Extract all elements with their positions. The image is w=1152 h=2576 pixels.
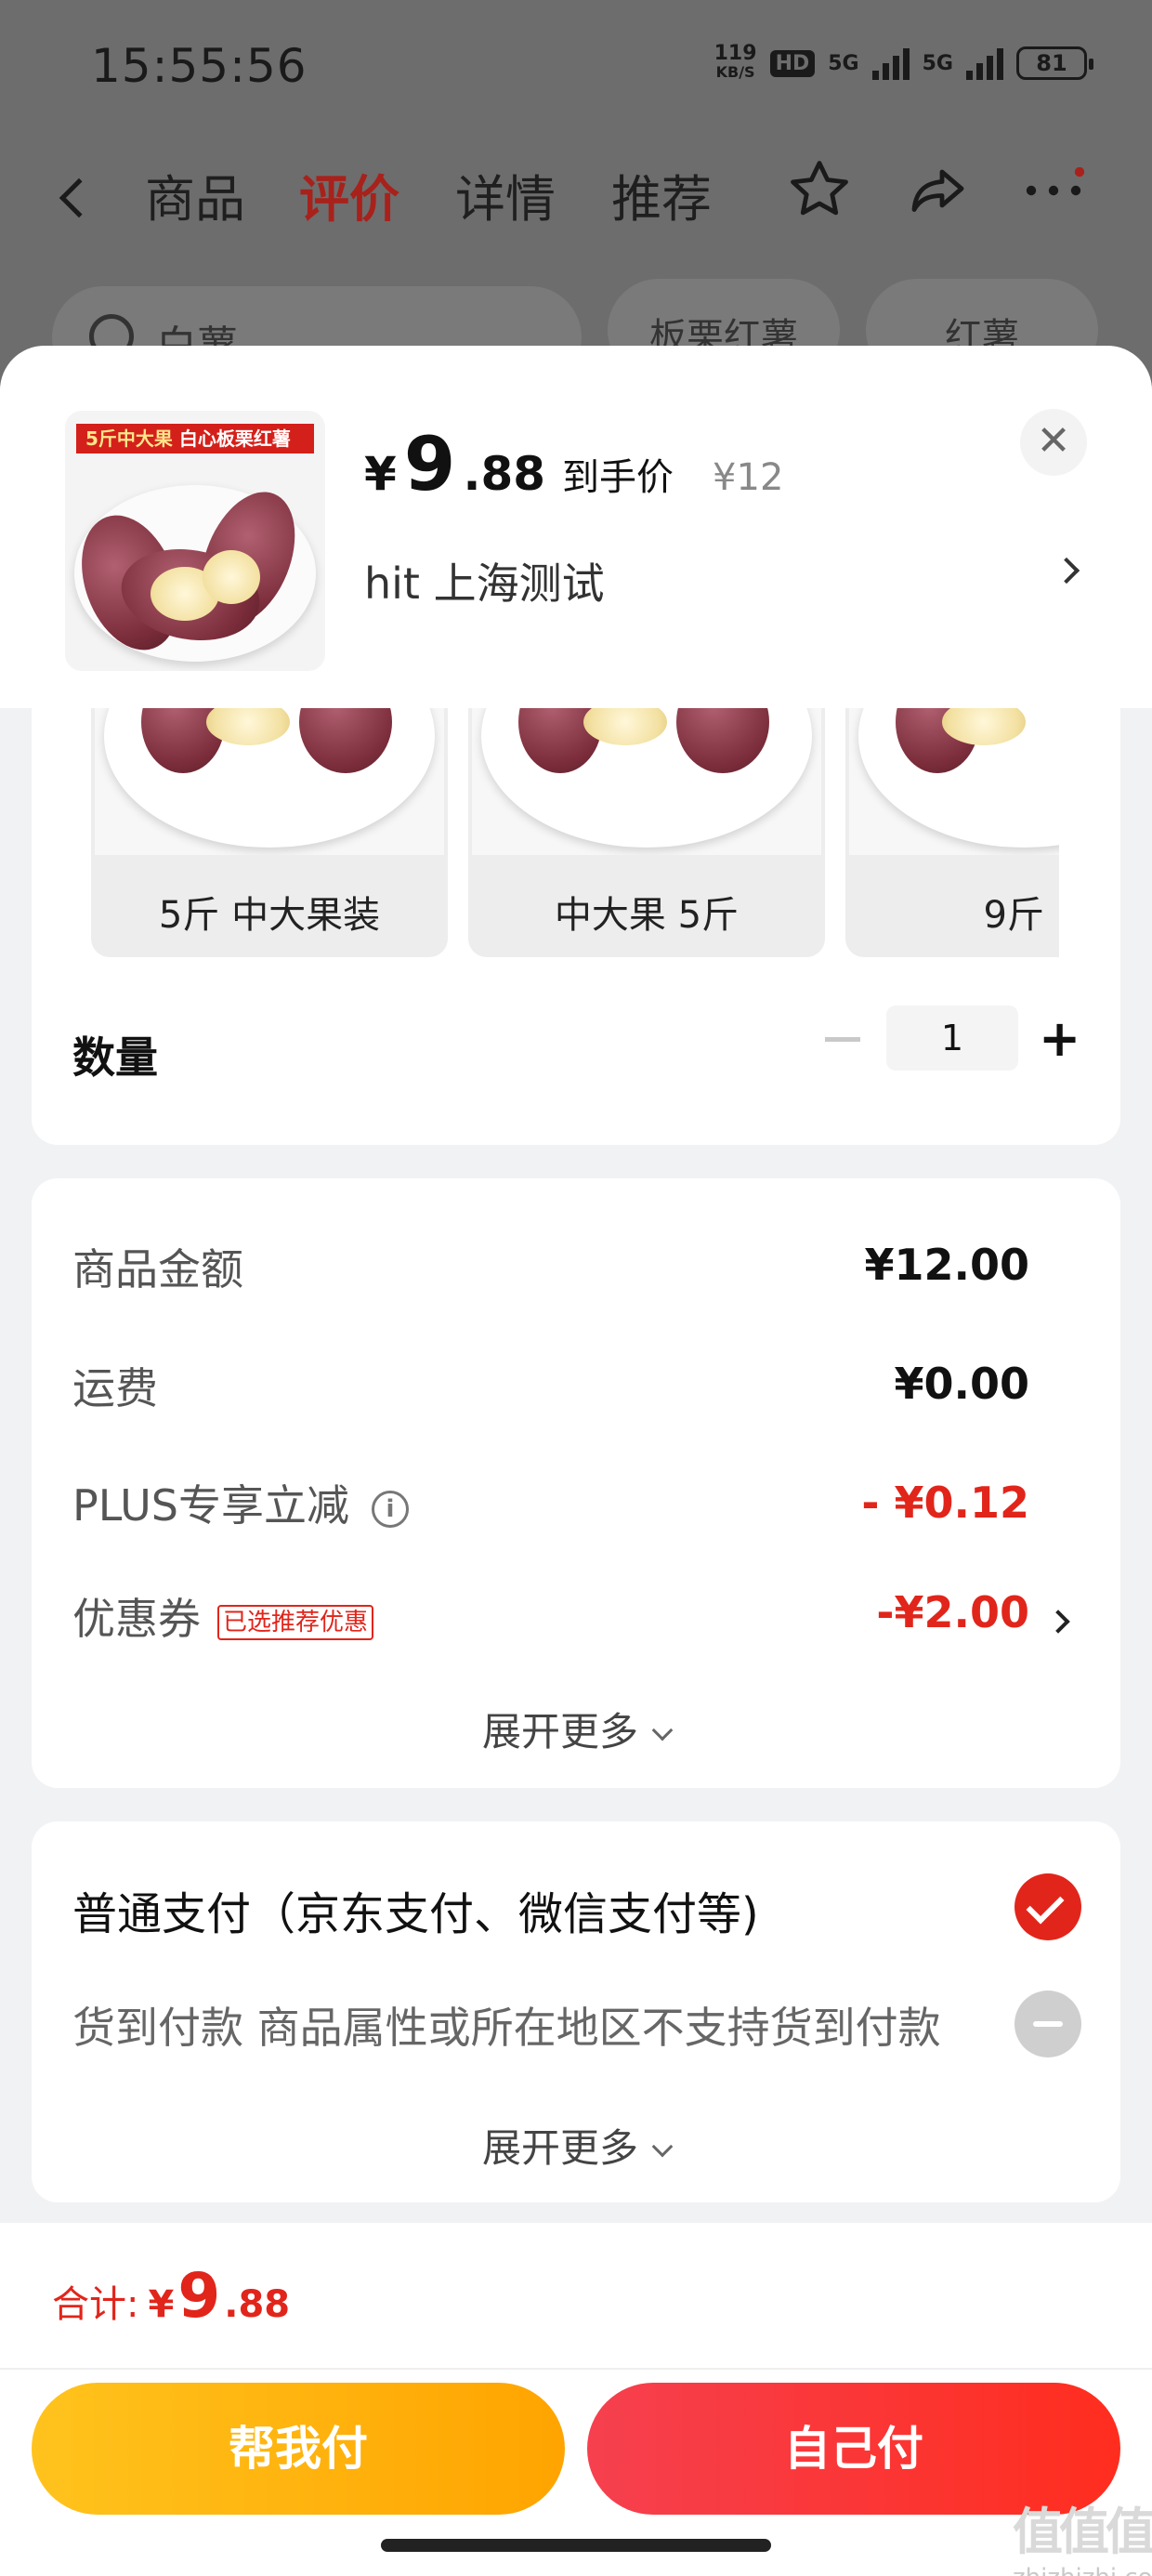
home-indicator[interactable] (381, 2539, 771, 2552)
more-icon[interactable] (1020, 167, 1087, 214)
share-icon[interactable] (903, 158, 970, 225)
payment-cod-label: 货到付款 商品属性或所在地区不支持货到付款 (72, 2003, 941, 2053)
net-5g-label: 5G (828, 51, 859, 75)
signal-icon-2 (966, 46, 1003, 80)
coupon-tag: 已选推荐优惠 (217, 1604, 374, 1640)
price-int: 9 (403, 421, 456, 507)
total-currency: ¥ (148, 2283, 175, 2326)
battery-icon: 81 (1016, 46, 1093, 80)
payment-card: 普通支付（京东支付、微信支付等) 货到付款 商品属性或所在地区不支持货到付款 展… (32, 1821, 1120, 2202)
info-icon[interactable]: i (371, 1490, 409, 1528)
price-currency: ¥ (364, 447, 397, 501)
spec-card: 5斤 中大果装 中大果 5斤 9斤 数量 1 + (32, 708, 1120, 1145)
plus-discount-label: PLUS专享立减 (72, 1480, 349, 1531)
close-icon[interactable]: ✕ (1020, 409, 1087, 476)
price-decimal: .88 (463, 447, 546, 501)
original-price: ¥12 (713, 456, 784, 499)
hd-icon: HD (769, 49, 816, 77)
total-price: 合计: ¥ 9 .88 (52, 2266, 290, 2328)
thumbnail-banner: 5斤中大果 白心板栗红薯 (76, 424, 314, 453)
payment-normal-label[interactable]: 普通支付（京东支付、微信支付等) (72, 1877, 759, 1942)
quantity-field[interactable]: 1 (886, 1005, 1018, 1071)
goods-amount-label: 商品金额 (72, 1244, 243, 1295)
help-pay-button[interactable]: 帮我付 (32, 2383, 565, 2515)
chevron-down-icon (651, 2136, 674, 2158)
star-icon[interactable] (786, 156, 853, 223)
chevron-down-icon (651, 1719, 674, 1741)
price-label: 到手价 (562, 456, 674, 499)
product-nav: 商品 评价 详情 推荐 (0, 149, 1152, 242)
minus-icon[interactable] (825, 1037, 860, 1042)
spec-option[interactable]: 5斤 中大果装 (91, 708, 448, 957)
plus-discount-value: - ¥0.12 (861, 1478, 1029, 1528)
bottom-bar: 合计: ¥ 9 .88 帮我付 自己付 值值值zhizhizhi.com (0, 2223, 1152, 2576)
price-block: ¥ 9 .88 到手价 ¥12 (364, 427, 783, 502)
tab-reviews[interactable]: 评价 (299, 158, 399, 231)
chevron-right-icon[interactable] (1046, 1610, 1070, 1634)
signal-icon (871, 46, 910, 80)
coupon-label: 优惠券 (72, 1594, 201, 1644)
spec-option[interactable]: 9斤 (845, 708, 1059, 957)
expand-more-payment[interactable]: 展开更多 (32, 2117, 1120, 2174)
tab-product[interactable]: 商品 (145, 158, 245, 231)
total-int: 9 (177, 2260, 221, 2332)
shipping-value: ¥0.00 (894, 1359, 1029, 1409)
coupon-value[interactable]: -¥2.00 (876, 1587, 1029, 1637)
delivery-address[interactable]: hit 上海测试 (364, 550, 605, 611)
chevron-right-icon[interactable] (1053, 557, 1080, 585)
spec-option-label: 5斤 中大果装 (158, 894, 381, 937)
net-5g-label-2: 5G (922, 51, 953, 75)
quantity-label: 数量 (72, 1032, 158, 1083)
spec-option[interactable]: 中大果 5斤 (468, 708, 825, 957)
amount-card: 商品金额 ¥12.00 运费 ¥0.00 PLUS专享立减 i - ¥0.12 优… (32, 1178, 1120, 1788)
watermark: 值值值zhizhizhi.com (1013, 2503, 1152, 2576)
network-speed: 119 KB/S (713, 42, 757, 82)
status-bar: 15:55:56 119 KB/S HD 5G 5G 81 (0, 0, 1152, 139)
checkmark-icon[interactable] (1015, 1873, 1081, 1940)
back-icon[interactable] (59, 177, 99, 218)
sheet-header: 5斤中大果 白心板栗红薯 ¥ 9 .88 到手价 ¥12 hit 上海测试 ✕ (0, 346, 1152, 708)
goods-amount-value: ¥12.00 (864, 1240, 1029, 1290)
divider (0, 2368, 1152, 2370)
expand-more-amounts[interactable]: 展开更多 (32, 1701, 1120, 1757)
shipping-label: 运费 (72, 1363, 158, 1413)
status-icons: 119 KB/S HD 5G 5G 81 (713, 42, 1093, 82)
tab-recommend[interactable]: 推荐 (611, 158, 712, 231)
product-thumbnail: 5斤中大果 白心板栗红薯 (65, 411, 325, 671)
disabled-icon (1015, 1991, 1081, 2057)
status-time: 15:55:56 (91, 39, 308, 93)
spec-option-label: 9斤 (983, 894, 1044, 937)
plus-icon[interactable]: + (1039, 1014, 1080, 1064)
coupon-row[interactable]: 优惠券 已选推荐优惠 (72, 1585, 374, 1647)
tab-details[interactable]: 详情 (455, 158, 556, 231)
plus-discount-row: PLUS专享立减 i (72, 1472, 409, 1533)
spec-option-label: 中大果 5斤 (554, 894, 740, 937)
total-decimal: .88 (224, 2283, 291, 2326)
total-label: 合计: (52, 2283, 139, 2326)
